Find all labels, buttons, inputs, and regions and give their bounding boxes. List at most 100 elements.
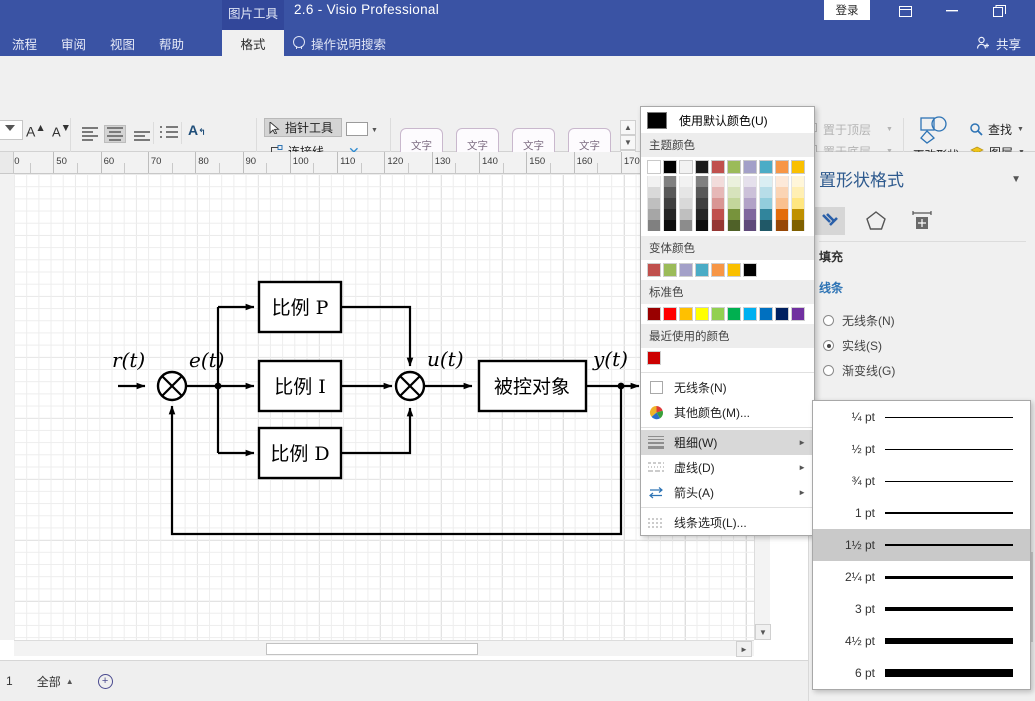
theme-tint-swatch[interactable]: [695, 198, 709, 209]
add-page-button[interactable]: +: [97, 673, 113, 689]
variant-color-swatch[interactable]: [711, 263, 725, 277]
menu-item-line-options[interactable]: 线条选项(L)...: [641, 510, 814, 535]
theme-tint-swatch[interactable]: [663, 209, 677, 220]
standard-color-swatch[interactable]: [791, 307, 805, 321]
variant-color-swatch[interactable]: [679, 263, 693, 277]
theme-tint-swatch[interactable]: [663, 176, 677, 187]
align-left-top-icon[interactable]: [80, 126, 100, 142]
theme-tint-swatch[interactable]: [663, 198, 677, 209]
theme-color-swatch[interactable]: [743, 160, 757, 174]
standard-color-swatch[interactable]: [679, 307, 693, 321]
theme-tint-swatch[interactable]: [711, 220, 725, 231]
variant-colors-row[interactable]: [641, 260, 814, 280]
find-button[interactable]: 查找 ▼: [966, 120, 1028, 139]
line-weight-option[interactable]: 1 pt: [813, 497, 1030, 529]
theme-color-column[interactable]: [759, 160, 773, 231]
variant-color-swatch[interactable]: [743, 263, 757, 277]
theme-tint-swatch[interactable]: [647, 220, 661, 231]
align-bottom-icon[interactable]: [132, 126, 152, 142]
theme-tint-swatch[interactable]: [695, 220, 709, 231]
theme-color-swatch[interactable]: [727, 160, 741, 174]
tab-size-position[interactable]: [907, 207, 937, 235]
theme-tint-swatch[interactable]: [759, 220, 773, 231]
standard-colors-row[interactable]: [641, 304, 814, 324]
theme-colors-grid[interactable]: [641, 157, 814, 236]
pointer-tool-button[interactable]: 指针工具: [264, 118, 342, 137]
theme-color-column[interactable]: [727, 160, 741, 231]
theme-tint-swatch[interactable]: [679, 176, 693, 187]
line-weight-option[interactable]: ½ pt: [813, 433, 1030, 465]
menu-item-arrows[interactable]: 箭头(A) ►: [641, 480, 814, 505]
theme-tint-swatch[interactable]: [727, 187, 741, 198]
menu-item-review[interactable]: 审阅: [49, 30, 98, 56]
variant-color-swatch[interactable]: [663, 263, 677, 277]
menu-item-view[interactable]: 视图: [98, 30, 147, 56]
theme-tint-swatch[interactable]: [711, 176, 725, 187]
standard-color-swatch[interactable]: [727, 307, 741, 321]
menu-item-help[interactable]: 帮助: [147, 30, 196, 56]
theme-color-column[interactable]: [743, 160, 757, 231]
menu-item-flow[interactable]: 流程: [0, 30, 49, 56]
theme-tint-swatch[interactable]: [759, 176, 773, 187]
theme-tint-swatch[interactable]: [727, 220, 741, 231]
radio-gradient-line[interactable]: 渐变线(G): [823, 362, 895, 379]
share-button[interactable]: 共享: [976, 30, 1021, 56]
theme-tint-swatch[interactable]: [663, 187, 677, 198]
theme-color-swatch[interactable]: [663, 160, 677, 174]
theme-tint-swatch[interactable]: [679, 187, 693, 198]
theme-tint-swatch[interactable]: [711, 187, 725, 198]
tab-effects[interactable]: [861, 207, 891, 235]
theme-tint-swatch[interactable]: [679, 198, 693, 209]
theme-color-column[interactable]: [711, 160, 725, 231]
vertical-ruler[interactable]: [0, 174, 14, 640]
theme-tint-swatch[interactable]: [775, 198, 789, 209]
recent-colors-row[interactable]: [641, 348, 814, 370]
chevron-down-icon[interactable]: ▼: [371, 127, 378, 134]
variant-color-swatch[interactable]: [647, 263, 661, 277]
theme-color-column[interactable]: [791, 160, 805, 231]
restore-icon[interactable]: [982, 0, 1016, 22]
theme-tint-swatch[interactable]: [775, 220, 789, 231]
text-direction-icon[interactable]: A↰: [188, 122, 206, 138]
radio-no-line[interactable]: 无线条(N): [823, 312, 895, 329]
theme-tint-swatch[interactable]: [743, 220, 757, 231]
theme-tint-swatch[interactable]: [679, 209, 693, 220]
line-weight-option[interactable]: 6 pt: [813, 657, 1030, 689]
shape-rect-preview[interactable]: [346, 122, 368, 136]
theme-tint-swatch[interactable]: [775, 176, 789, 187]
menu-item-more-colors[interactable]: 其他颜色(M)...: [641, 400, 814, 425]
canvas-horizontal-scrollbar[interactable]: ►: [14, 640, 754, 657]
theme-tint-swatch[interactable]: [727, 176, 741, 187]
gallery-scroll-up-button[interactable]: ▲: [620, 120, 636, 135]
standard-color-swatch[interactable]: [663, 307, 677, 321]
theme-tint-swatch[interactable]: [759, 198, 773, 209]
radio-button[interactable]: [823, 365, 834, 376]
theme-color-swatch[interactable]: [679, 160, 693, 174]
use-default-color-item[interactable]: 使用默认颜色(U): [641, 107, 814, 133]
format-pane-collapse-icon[interactable]: ▼: [1011, 174, 1021, 185]
standard-color-swatch[interactable]: [695, 307, 709, 321]
ribbon-display-options-icon[interactable]: [888, 0, 922, 22]
theme-color-swatch[interactable]: [647, 160, 661, 174]
theme-tint-swatch[interactable]: [663, 220, 677, 231]
theme-tint-swatch[interactable]: [727, 198, 741, 209]
theme-tint-swatch[interactable]: [791, 198, 805, 209]
theme-color-swatch[interactable]: [775, 160, 789, 174]
standard-color-swatch[interactable]: [711, 307, 725, 321]
theme-color-swatch[interactable]: [711, 160, 725, 174]
theme-tint-swatch[interactable]: [695, 176, 709, 187]
theme-color-swatch[interactable]: [759, 160, 773, 174]
standard-color-swatch[interactable]: [743, 307, 757, 321]
theme-tint-swatch[interactable]: [695, 187, 709, 198]
theme-tint-swatch[interactable]: [679, 220, 693, 231]
hscroll-thumb[interactable]: [266, 643, 478, 655]
menu-item-dashes[interactable]: 虚线(D) ►: [641, 455, 814, 480]
line-weight-submenu[interactable]: ¼ pt ½ pt ¾ pt 1 pt 1½ pt 2¼ pt 3 pt 4½ pt 6 pt: [812, 400, 1031, 690]
shrink-font-button[interactable]: A▼: [52, 122, 71, 139]
radio-button[interactable]: [823, 315, 834, 326]
theme-tint-swatch[interactable]: [695, 209, 709, 220]
theme-tint-swatch[interactable]: [743, 198, 757, 209]
theme-tint-swatch[interactable]: [775, 209, 789, 220]
line-heading[interactable]: 线条: [819, 279, 843, 296]
theme-tint-swatch[interactable]: [743, 187, 757, 198]
